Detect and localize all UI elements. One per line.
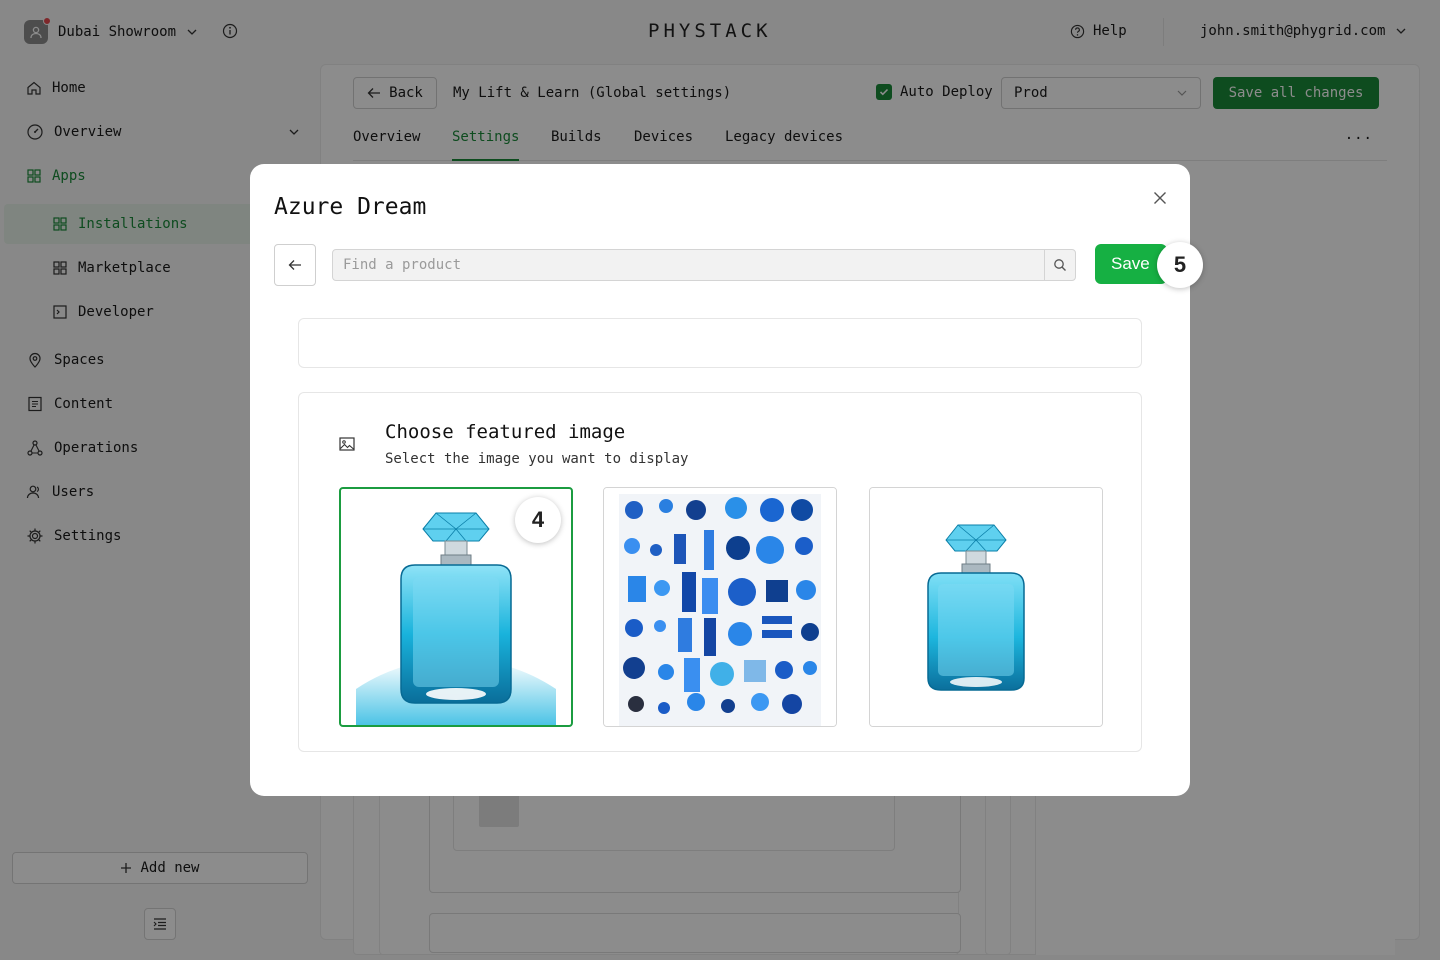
product-modal: Azure Dream Save 5 Choose featured image…	[250, 164, 1203, 796]
image-icon	[339, 437, 355, 451]
perfume-bottle-image	[870, 488, 1102, 726]
product-search-input[interactable]	[333, 250, 1044, 280]
product-details-card	[298, 318, 1142, 368]
modal-title: Azure Dream	[274, 194, 427, 220]
featured-image-title: Choose featured image	[385, 421, 626, 443]
search-button[interactable]	[1044, 250, 1075, 280]
featured-image-subtitle: Select the image you want to display	[385, 451, 689, 467]
blue-collage-image	[604, 488, 836, 726]
modal-back-button[interactable]	[274, 244, 316, 286]
step-badge: 5	[1157, 242, 1203, 288]
arrow-left-icon	[288, 260, 301, 270]
close-button[interactable]	[1148, 186, 1172, 210]
featured-image-card: Choose featured image Select the image y…	[298, 392, 1142, 752]
product-search	[332, 249, 1076, 281]
image-option-blue-collage[interactable]	[603, 487, 837, 727]
step-badge: 4	[515, 497, 561, 543]
close-icon	[1154, 192, 1166, 204]
search-icon	[1054, 259, 1066, 271]
image-option-perfume-small[interactable]	[869, 487, 1103, 727]
